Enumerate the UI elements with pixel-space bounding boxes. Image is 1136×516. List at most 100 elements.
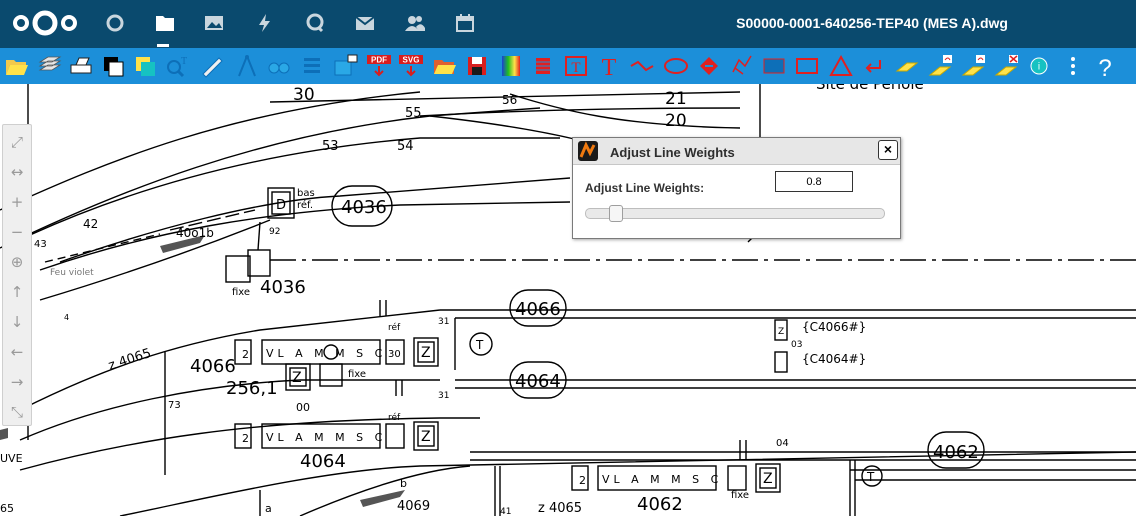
more-vertical-icon <box>1071 57 1075 75</box>
open-button-2[interactable] <box>430 50 460 82</box>
slider-thumb[interactable] <box>609 205 623 222</box>
text-button[interactable]: T <box>594 50 624 82</box>
circle-icon[interactable] <box>104 12 126 34</box>
cad-toolbar: T PDF SVG T T i ? <box>0 48 1136 84</box>
label-03: 03 <box>791 340 802 350</box>
hatch-button[interactable] <box>528 50 558 82</box>
label-2-a: 2 <box>242 348 249 361</box>
fill-shape-icon <box>700 57 718 75</box>
label-ref-top: réf. <box>297 199 313 211</box>
triangle-icon <box>829 54 853 76</box>
black-white-icon <box>104 57 124 77</box>
compass-button[interactable] <box>232 50 262 82</box>
app-logo-icon <box>578 141 598 161</box>
label-z1: Z <box>421 345 431 361</box>
label-30: 30 <box>293 85 315 105</box>
arrow-button[interactable] <box>858 50 888 82</box>
label-21: 21 <box>665 89 687 109</box>
label-box-4066: VL A M M S C <box>266 347 386 360</box>
binoculars-button[interactable] <box>264 50 294 82</box>
window-button[interactable] <box>330 50 360 82</box>
binoculars-icon <box>268 62 290 74</box>
save-button[interactable] <box>462 50 492 82</box>
measure-button[interactable] <box>197 50 227 82</box>
help-button[interactable]: ? <box>1090 50 1120 82</box>
label-20: 20 <box>665 111 687 131</box>
pan-up-icon[interactable]: ↑ <box>5 279 29 305</box>
list-icon <box>304 58 320 73</box>
lightning-icon[interactable] <box>254 12 276 34</box>
contacts-icon[interactable] <box>404 12 426 34</box>
folder-icon[interactable] <box>154 12 176 34</box>
open-file-button[interactable] <box>2 50 32 82</box>
svg-text:?: ? <box>1098 55 1111 78</box>
eraser-button[interactable] <box>892 50 922 82</box>
zoom-out-icon[interactable]: − <box>5 219 29 245</box>
delete-markup-button[interactable] <box>991 50 1021 82</box>
zoom-in-icon[interactable]: + <box>5 189 29 215</box>
ruler-icon <box>202 57 223 78</box>
label-bubble-4062: 4062 <box>933 442 979 463</box>
label-big-4062: 4062 <box>637 494 683 515</box>
fill-shape-button[interactable] <box>694 50 724 82</box>
freehand-icon <box>732 55 752 75</box>
label-z2: Z <box>292 370 302 386</box>
label-31b: 31 <box>438 391 449 401</box>
close-button[interactable]: × <box>878 140 898 160</box>
properties-button[interactable] <box>297 50 327 82</box>
pdf-export-icon: PDF <box>367 55 391 77</box>
pan-left-icon[interactable]: ← <box>5 339 29 365</box>
calendar-icon[interactable] <box>454 12 476 34</box>
label-big-4036: 4036 <box>260 277 306 298</box>
label-bubble-4064: 4064 <box>515 371 561 392</box>
triangle-button[interactable] <box>826 50 856 82</box>
pan-right-icon[interactable]: → <box>5 369 29 395</box>
pdf-label: PDF <box>371 56 387 65</box>
nextcloud-logo[interactable] <box>12 8 78 38</box>
colormap-button[interactable] <box>496 50 526 82</box>
zoom-window-icon[interactable]: ⊕ <box>5 249 29 275</box>
background-button[interactable] <box>98 50 128 82</box>
zoom-previous-icon[interactable]: ⤡ <box>5 399 29 425</box>
line-weight-input[interactable] <box>775 171 853 192</box>
label-z4: Z <box>763 471 773 487</box>
layers-button[interactable] <box>34 50 64 82</box>
print-button[interactable] <box>66 50 96 82</box>
redo-markup-button[interactable] <box>958 50 988 82</box>
color-button[interactable] <box>130 50 160 82</box>
find-text-button[interactable]: T <box>163 50 193 82</box>
more-button[interactable] <box>1058 50 1088 82</box>
image-icon[interactable] <box>203 12 225 34</box>
text-box-button[interactable]: T <box>561 50 591 82</box>
zoom-extents-icon[interactable]: ⤢ <box>5 129 29 155</box>
label-z4065b: z 4065 <box>538 501 582 516</box>
mail-icon[interactable] <box>354 12 376 34</box>
undo-markup-button[interactable] <box>925 50 955 82</box>
search-icon[interactable] <box>304 12 326 34</box>
freehand-button[interactable] <box>727 50 757 82</box>
info-button[interactable]: i <box>1024 50 1054 82</box>
pan-down-icon[interactable]: ↓ <box>5 309 29 335</box>
eraser-icon <box>895 62 919 72</box>
dialog-titlebar[interactable]: Adjust Line Weights × <box>573 138 900 165</box>
export-svg-button[interactable]: SVG <box>396 50 426 82</box>
label-a: a <box>265 502 272 515</box>
export-pdf-button[interactable]: PDF <box>364 50 394 82</box>
rect-button[interactable] <box>792 50 822 82</box>
color-icon <box>136 57 155 76</box>
adjust-line-weights-dialog[interactable]: Adjust Line Weights × Adjust Line Weight… <box>572 137 901 239</box>
label-43: 43 <box>34 239 47 250</box>
label-41: 41 <box>500 507 511 516</box>
label-fixe-1: fixe <box>232 287 250 298</box>
filled-rect-button[interactable] <box>759 50 789 82</box>
polyline-button[interactable] <box>627 50 657 82</box>
label-box-4064: VL A M M S C <box>266 431 386 444</box>
drawing-canvas[interactable]: 30 55 56 21 20 53 54 Site de Périole bas… <box>0 84 1136 516</box>
label-2-c: 2 <box>579 474 586 487</box>
top-header: S00000-0001-640256-TEP40 (MES A).dwg <box>0 0 1136 48</box>
pan-horizontal-icon[interactable]: ↔ <box>5 159 29 185</box>
svg-export-icon: SVG <box>399 55 423 77</box>
line-weight-slider[interactable] <box>585 205 885 222</box>
line-weight-label: Adjust Line Weights: <box>585 181 705 195</box>
ellipse-button[interactable] <box>661 50 691 82</box>
